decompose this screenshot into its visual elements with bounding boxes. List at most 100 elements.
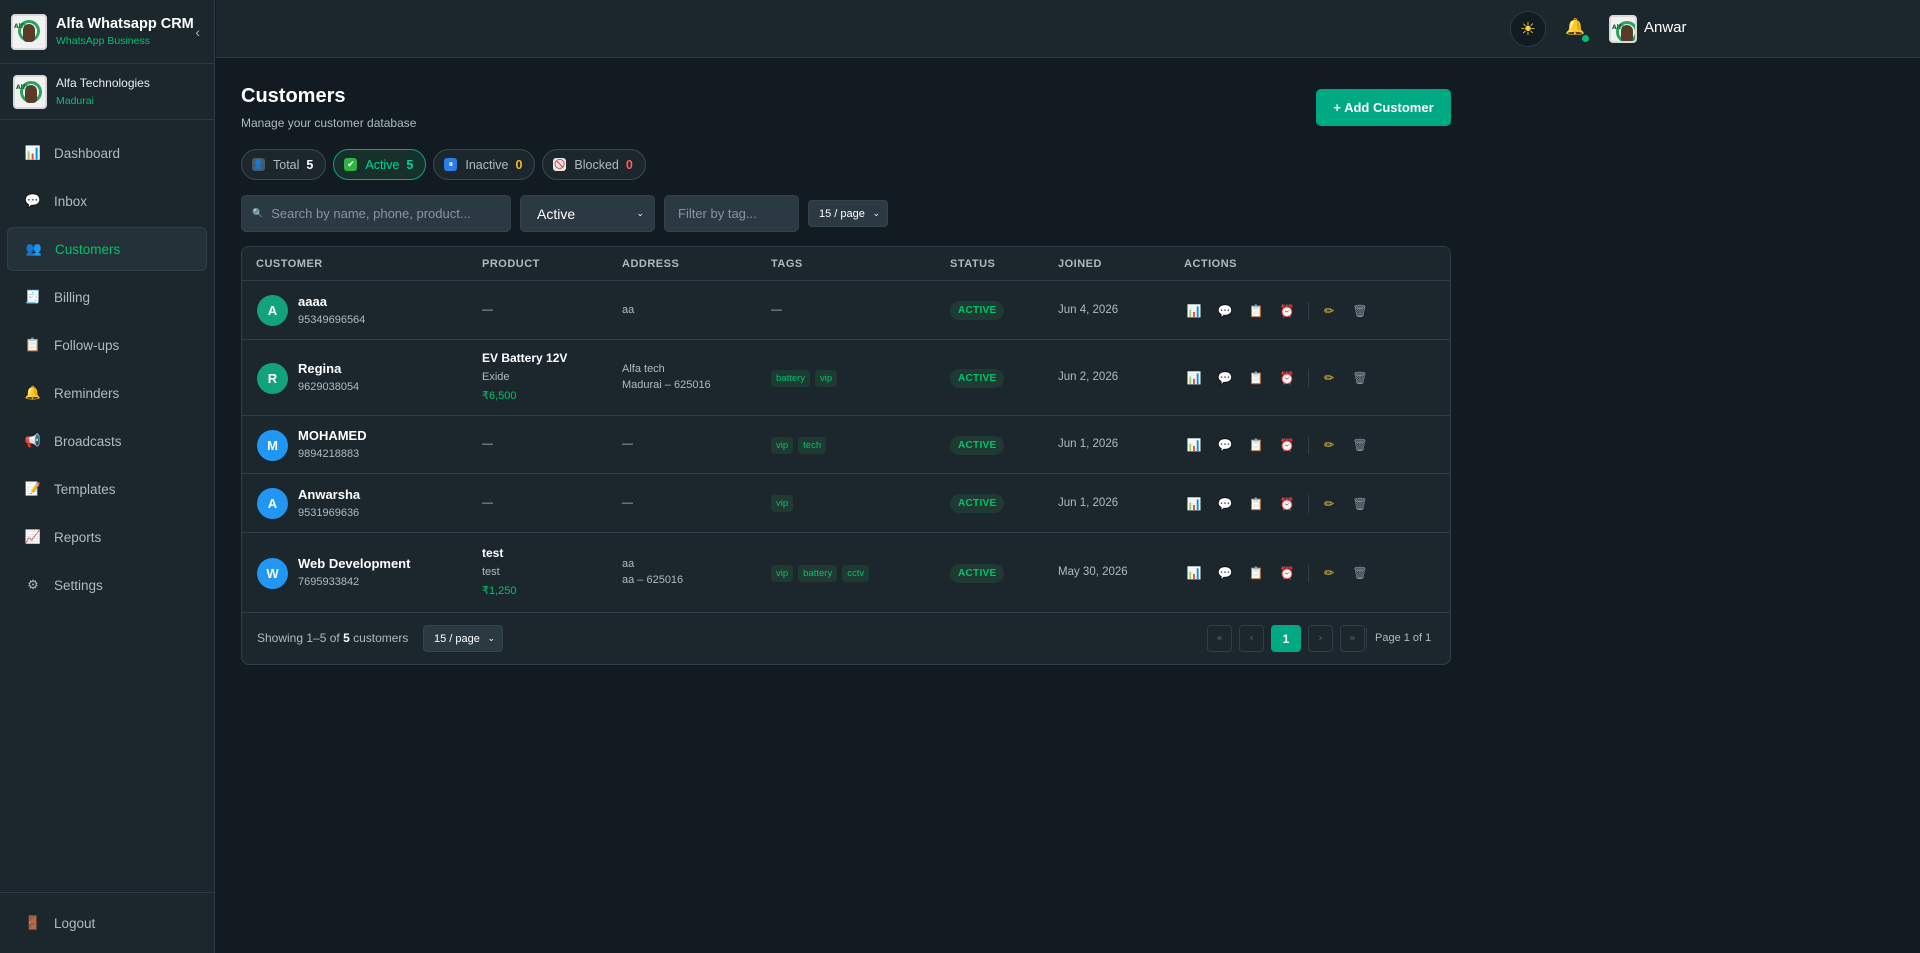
joined-date: Jun 2, 2026 <box>1058 371 1119 383</box>
delete-icon[interactable]: 🗑 <box>1350 494 1370 514</box>
edit-icon[interactable]: ✏ <box>1319 301 1339 321</box>
bell-icon[interactable]: 🔔 <box>1565 17 1585 36</box>
notes-icon[interactable]: 📋 <box>1246 368 1266 388</box>
analytics-icon[interactable]: 📊 <box>1184 368 1204 388</box>
analytics-icon[interactable]: 📊 <box>1184 301 1204 321</box>
add-customer-button[interactable]: + Add Customer <box>1316 89 1451 126</box>
search-box[interactable]: 🔍 <box>241 195 511 232</box>
tag-filter-box[interactable] <box>664 195 799 232</box>
sidebar: Alfa Alfa Whatsapp CRM WhatsApp Business… <box>0 0 215 953</box>
edit-icon[interactable]: ✏ <box>1319 368 1339 388</box>
tag-chip[interactable]: tech <box>798 436 827 454</box>
alarm-icon[interactable]: ⏰ <box>1277 368 1297 388</box>
sidebar-item-reports[interactable]: 📈 Reports <box>7 515 207 559</box>
app-subtitle: WhatsApp Business <box>56 35 150 47</box>
product-empty: — <box>482 438 493 450</box>
last-page-button[interactable]: » <box>1340 625 1365 652</box>
message-icon[interactable]: 💬 <box>1215 301 1235 321</box>
tags-cell: vip <box>771 495 798 512</box>
sidebar-item-broadcasts[interactable]: 📢 Broadcasts <box>7 419 207 463</box>
delete-icon[interactable]: 🗑 <box>1350 435 1370 455</box>
message-icon[interactable]: 💬 <box>1215 435 1235 455</box>
delete-icon[interactable]: 🗑 <box>1350 301 1370 321</box>
logout-button[interactable]: 🚪 Logout <box>0 892 214 953</box>
clipboard-icon: 📋 <box>24 337 42 353</box>
status-filter-select[interactable]: Active ⌄ <box>520 195 655 232</box>
notes-icon[interactable]: 📋 <box>1246 435 1266 455</box>
sidebar-item-settings[interactable]: ⚙ Settings <box>7 563 207 607</box>
stat-total[interactable]: 👤 Total 5 <box>241 149 327 180</box>
message-icon[interactable]: 💬 <box>1215 368 1235 388</box>
table-row[interactable]: Aaaaa 95349696564 — aa — ACTIVE Jun 4, 2026 📊 💬 📋… <box>242 281 1450 340</box>
alarm-icon[interactable]: ⏰ <box>1277 435 1297 455</box>
avatar[interactable]: Alfa <box>1609 15 1637 43</box>
notes-icon[interactable]: 📋 <box>1246 301 1266 321</box>
search-input[interactable] <box>271 206 510 221</box>
analytics-icon[interactable]: 📊 <box>1184 435 1204 455</box>
footer-per-page-value: 15 / page <box>434 632 480 645</box>
first-page-button[interactable]: « <box>1207 625 1232 652</box>
pagination-divider <box>1366 628 1367 648</box>
message-icon[interactable]: 💬 <box>1215 563 1235 583</box>
tag-chip[interactable]: vip <box>771 564 794 582</box>
product-brand: Exide <box>482 371 510 383</box>
tag-chip[interactable]: vip <box>771 495 794 512</box>
delete-icon[interactable]: 🗑 <box>1350 563 1370 583</box>
column-header-product: PRODUCT <box>482 258 540 270</box>
stat-active[interactable]: ✔ Active 5 <box>333 149 427 180</box>
customer-phone: 9894218883 <box>298 448 360 460</box>
alarm-icon[interactable]: ⏰ <box>1277 301 1297 321</box>
prev-page-button[interactable]: ‹ <box>1239 625 1264 652</box>
customer-name[interactable]: Web Development <box>298 556 410 571</box>
message-icon[interactable]: 💬 <box>1215 494 1235 514</box>
edit-icon[interactable]: ✏ <box>1319 494 1339 514</box>
chevron-down-icon: ⌄ <box>872 208 880 219</box>
notes-icon[interactable]: 📋 <box>1246 494 1266 514</box>
sidebar-item-label: Reports <box>54 529 102 545</box>
user-name[interactable]: Anwar <box>1644 19 1687 36</box>
stat-blocked[interactable]: 🚫 Blocked 0 <box>542 149 646 180</box>
stat-inactive[interactable]: ⏸ Inactive 0 <box>433 149 536 180</box>
tag-chip[interactable]: cctv <box>842 564 870 582</box>
customer-name[interactable]: Anwarsha <box>298 487 360 502</box>
tag-chip[interactable]: battery <box>798 564 838 582</box>
tags-cell: vip tech <box>771 436 831 454</box>
stat-label: Inactive <box>465 157 509 172</box>
per-page-select[interactable]: 15 / page ⌄ <box>808 200 888 227</box>
alarm-icon[interactable]: ⏰ <box>1277 563 1297 583</box>
sidebar-item-dashboard[interactable]: 📊 Dashboard <box>7 131 207 175</box>
sidebar-item-customers[interactable]: 👥 Customers <box>7 227 207 271</box>
showing-count: 5 <box>343 631 350 645</box>
chevron-left-icon[interactable]: ‹ <box>195 24 200 40</box>
tag-filter-input[interactable] <box>678 206 798 221</box>
delete-icon[interactable]: 🗑 <box>1350 368 1370 388</box>
table-row[interactable]: A Anwarsha 9531969636 — — vip ACTIVE Jun 1, 202… <box>242 474 1450 533</box>
sidebar-item-reminders[interactable]: 🔔 Reminders <box>7 371 207 415</box>
next-page-button[interactable]: › <box>1308 625 1333 652</box>
tag-chip[interactable]: vip <box>771 436 794 454</box>
sidebar-item-billing[interactable]: 🧾 Billing <box>7 275 207 319</box>
footer-per-page-select[interactable]: 15 / page ⌄ <box>423 625 503 652</box>
customer-name[interactable]: aaaa <box>298 294 327 309</box>
gear-icon: ⚙ <box>27 577 39 593</box>
analytics-icon[interactable]: 📊 <box>1184 494 1204 514</box>
table-row[interactable]: R Regina 9629038054 EV Battery 12V Exide ₹6,5… <box>242 340 1450 416</box>
table-row[interactable]: M MOHAMED 9894218883 — — vip tech ACTIVE Jun 1, … <box>242 416 1450 474</box>
alarm-icon[interactable]: ⏰ <box>1277 494 1297 514</box>
customer-name[interactable]: MOHAMED <box>298 428 367 443</box>
tag-chip[interactable]: battery <box>771 369 811 387</box>
theme-toggle-button[interactable]: ☀ <box>1510 11 1546 47</box>
customer-name[interactable]: Regina <box>298 361 341 376</box>
org-switcher[interactable]: Alfa Alfa Technologies Madurai <box>0 64 214 120</box>
stat-count: 5 <box>306 157 314 172</box>
edit-icon[interactable]: ✏ <box>1319 563 1339 583</box>
sidebar-item-inbox[interactable]: 💬 Inbox <box>7 179 207 223</box>
table-row[interactable]: W Web Development 7695933842 test test ₹1,250… <box>242 533 1450 613</box>
analytics-icon[interactable]: 📊 <box>1184 563 1204 583</box>
edit-icon[interactable]: ✏ <box>1319 435 1339 455</box>
sidebar-item-templates[interactable]: 📝 Templates <box>7 467 207 511</box>
tag-chip[interactable]: vip <box>815 369 838 387</box>
notes-icon[interactable]: 📋 <box>1246 563 1266 583</box>
sidebar-item-follow-ups[interactable]: 📋 Follow-ups <box>7 323 207 367</box>
page-1-button[interactable]: 1 <box>1271 625 1301 652</box>
